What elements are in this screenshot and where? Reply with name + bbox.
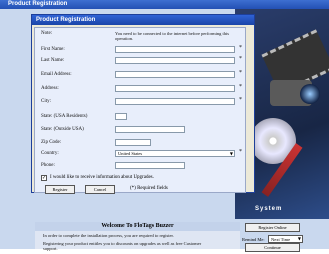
dialog-body: Note: You need to be connected to the in… xyxy=(34,27,246,194)
country-required-marker: * xyxy=(239,149,242,155)
chevron-down-icon: ▼ xyxy=(229,151,233,156)
dialog-title: Product Registration xyxy=(32,15,254,25)
email-field[interactable] xyxy=(115,71,235,78)
camera-lens-image xyxy=(300,84,320,104)
required-fields-note: (*) Required fields xyxy=(130,186,168,191)
note-text: You need to be connected to the internet… xyxy=(115,31,230,41)
phone-label: Phone: xyxy=(41,163,55,168)
note-label: Note: xyxy=(41,31,53,36)
city-field[interactable] xyxy=(115,98,235,105)
state-outside-usa-field[interactable] xyxy=(115,126,185,133)
country-label: Country: xyxy=(41,151,59,156)
address-required-marker: * xyxy=(239,84,242,90)
country-select[interactable]: United States ▼ xyxy=(115,150,235,157)
last-name-label: Last Name: xyxy=(41,58,65,63)
email-label: Email Address: xyxy=(41,72,72,77)
address-field[interactable] xyxy=(115,85,235,92)
background-window-title: Product Registration xyxy=(0,0,329,9)
welcome-line-1: In order to complete the installation pr… xyxy=(43,233,174,238)
chevron-down-icon: ▼ xyxy=(297,236,301,241)
email-required-marker: * xyxy=(239,70,242,76)
register-button[interactable]: Register xyxy=(45,185,75,194)
registration-dialog: Product Registration Note: You need to b… xyxy=(31,14,255,194)
background-art-label: System xyxy=(255,206,283,212)
register-online-button[interactable]: Register Online xyxy=(245,223,300,232)
first-name-label: First Name: xyxy=(41,47,65,52)
state-outside-usa-label: State: (Outside USA) xyxy=(41,127,84,132)
remind-me-select[interactable]: Next Time ▼ xyxy=(268,235,303,243)
city-required-marker: * xyxy=(239,97,242,103)
welcome-text: In order to complete the installation pr… xyxy=(43,233,213,254)
welcome-line-2: Registering your product entitles you to… xyxy=(43,241,202,251)
welcome-title: Welcome To FloTags Buzzer xyxy=(35,222,240,231)
address-label: Address: xyxy=(41,86,59,91)
last-name-required-marker: * xyxy=(239,56,242,62)
zip-code-field[interactable] xyxy=(115,139,151,146)
zip-code-label: Zip Code: xyxy=(41,140,62,145)
remind-me-label: Remind Me: xyxy=(242,237,265,242)
city-label: City: xyxy=(41,99,52,104)
country-value: United States xyxy=(118,151,143,156)
phone-field[interactable] xyxy=(115,162,185,169)
state-usa-field[interactable] xyxy=(115,113,127,120)
upgrades-checkbox[interactable]: ✓ xyxy=(41,175,47,181)
continue-button[interactable]: Continue xyxy=(245,243,300,252)
remind-me-value: Next Time xyxy=(271,237,291,242)
upgrades-checkbox-label: I would like to receive information abou… xyxy=(50,175,154,180)
first-name-field[interactable] xyxy=(115,46,235,53)
last-name-field[interactable] xyxy=(115,57,235,64)
cancel-button[interactable]: Cancel xyxy=(85,185,115,194)
state-usa-label: State: (USA Residents) xyxy=(41,114,88,119)
welcome-pane: Welcome To FloTags Buzzer In order to co… xyxy=(35,222,240,251)
first-name-required-marker: * xyxy=(239,45,242,51)
